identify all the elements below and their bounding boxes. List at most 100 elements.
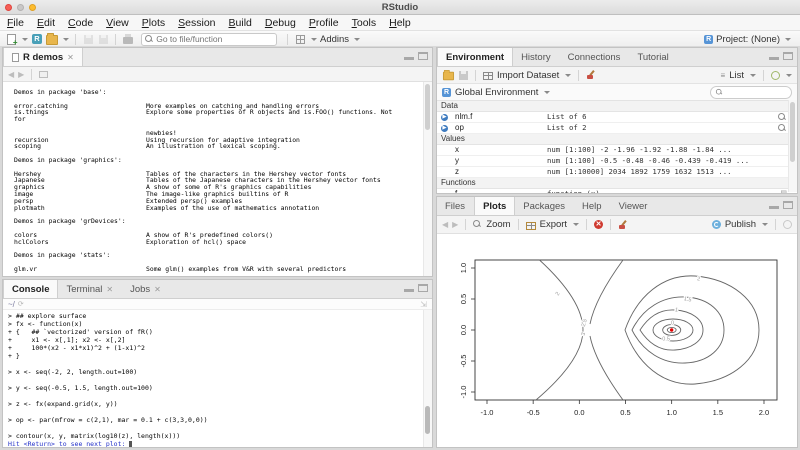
tab-tutorial[interactable]: Tutorial [629, 48, 677, 66]
maximize-pane-icon[interactable] [783, 201, 793, 209]
tab-r-demos[interactable]: R demos ✕ [3, 48, 83, 66]
minimize-pane-icon[interactable] [404, 284, 414, 292]
inspect-object-icon[interactable] [778, 113, 787, 122]
expand-object-icon[interactable]: ▶ [441, 125, 448, 132]
load-workspace-icon[interactable] [443, 72, 454, 81]
cwd-arrow-icon[interactable]: ⟳ [18, 300, 24, 308]
env-row-x[interactable]: xnum [1:100] -2 -1.96 -1.92 -1.88 -1.84 … [437, 145, 797, 156]
tab-environment[interactable]: Environment [437, 48, 513, 66]
list-view-button[interactable]: List [729, 70, 744, 81]
tab-viewer[interactable]: Viewer [611, 197, 657, 215]
maximize-pane-icon[interactable] [418, 52, 428, 60]
back-icon[interactable]: ◀ [8, 70, 14, 79]
forward-icon[interactable]: ▶ [18, 70, 24, 79]
tab-console[interactable]: Console [3, 280, 58, 298]
tab-packages[interactable]: Packages [515, 197, 574, 215]
console-popout-icon[interactable]: ⇲ [420, 300, 427, 309]
menu-code[interactable]: Code [68, 17, 93, 29]
previous-plot-icon[interactable]: ◀ [442, 220, 448, 229]
tab-terminal[interactable]: Terminal✕ [58, 280, 122, 298]
open-in-new-window-icon[interactable] [39, 71, 48, 78]
refresh-environment-icon[interactable] [771, 71, 780, 80]
publish-caret-icon[interactable] [762, 223, 768, 226]
menu-debug[interactable]: Debug [265, 17, 296, 29]
list-view-icon[interactable]: ≡ [721, 71, 726, 80]
environment-search-box[interactable] [710, 86, 792, 99]
new-file-caret-icon[interactable] [22, 38, 28, 41]
inspect-object-icon[interactable] [778, 124, 787, 133]
goto-file-function-input[interactable] [156, 34, 273, 44]
env-row-nlm.f[interactable]: ▶nlm.fList of 6 [437, 112, 797, 123]
addins-caret-icon[interactable] [354, 38, 360, 41]
clear-objects-icon[interactable] [586, 70, 596, 80]
menu-view[interactable]: View [106, 17, 129, 29]
import-caret-icon[interactable] [565, 74, 571, 77]
expand-object-icon[interactable]: ▶ [441, 114, 448, 121]
print-button[interactable] [122, 33, 134, 45]
menu-tools[interactable]: Tools [352, 17, 377, 29]
console-cwd[interactable]: ~/ [8, 300, 15, 309]
addins-button[interactable]: Addins [320, 34, 349, 45]
menu-plots[interactable]: Plots [142, 17, 165, 29]
export-caret-icon[interactable] [573, 223, 579, 226]
save-button[interactable] [82, 33, 94, 45]
publish-button[interactable]: Publish [725, 219, 756, 230]
new-project-button[interactable]: R [31, 33, 43, 45]
editor-scroll-thumb[interactable] [425, 84, 430, 130]
menu-profile[interactable]: Profile [309, 17, 339, 29]
environment-scroll-thumb[interactable] [790, 102, 795, 162]
close-tab-icon[interactable]: ✕ [154, 285, 161, 294]
close-tab-icon[interactable]: ✕ [67, 53, 74, 62]
menu-help[interactable]: Help [389, 17, 411, 29]
menu-session[interactable]: Session [178, 17, 215, 29]
svg-text:0.0: 0.0 [459, 325, 468, 335]
import-dataset-button[interactable]: Import Dataset [497, 70, 559, 81]
console-scroll-thumb[interactable] [425, 406, 430, 434]
minimize-pane-icon[interactable] [769, 201, 779, 209]
tab-connections[interactable]: Connections [560, 48, 630, 66]
env-row-op[interactable]: ▶opList of 2 [437, 123, 797, 134]
open-file-button[interactable] [46, 33, 58, 45]
maximize-pane-icon[interactable] [783, 52, 793, 60]
goto-file-function-box[interactable] [141, 33, 277, 46]
tab-plots[interactable]: Plots [474, 197, 515, 215]
editor-content[interactable]: Demos in package 'base': error.catchingM… [3, 82, 432, 277]
tab-files[interactable]: Files [437, 197, 474, 215]
menu-file[interactable]: File [7, 17, 24, 29]
console-output[interactable]: > ## explore surface> fx <- function(x)+… [3, 310, 432, 448]
next-plot-icon[interactable]: ▶ [452, 220, 458, 229]
clear-all-plots-icon[interactable] [618, 220, 628, 230]
remove-plot-icon[interactable]: ✕ [594, 220, 603, 229]
env-row-z[interactable]: znum [1:10000] 2034 1892 1759 1632 1513 … [437, 167, 797, 178]
maximize-pane-icon[interactable] [418, 284, 428, 292]
menu-build[interactable]: Build [229, 17, 252, 29]
refresh-plot-icon[interactable] [783, 220, 792, 229]
env-row-f[interactable]: ffunction (x)▤ [437, 189, 797, 194]
zoom-plot-button[interactable]: Zoom [486, 219, 510, 230]
view-function-icon[interactable]: ▤ [780, 189, 787, 194]
project-menu[interactable]: R Project: (None) [704, 34, 795, 45]
save-all-button[interactable] [97, 33, 109, 45]
refresh-caret-icon[interactable] [786, 74, 792, 77]
save-workspace-icon[interactable] [459, 71, 468, 80]
console-scrollbar[interactable] [423, 310, 432, 448]
panes-caret-icon[interactable] [311, 38, 317, 41]
minimize-pane-icon[interactable] [404, 52, 414, 60]
global-environment-dropdown[interactable]: Global Environment [455, 87, 538, 98]
list-caret-icon[interactable] [750, 74, 756, 77]
tab-history[interactable]: History [513, 48, 560, 66]
minimize-pane-icon[interactable] [769, 52, 779, 60]
new-file-button[interactable] [5, 33, 17, 45]
workspace-panes-button[interactable] [294, 33, 306, 45]
scope-caret-icon[interactable] [544, 91, 550, 94]
environment-scrollbar[interactable] [788, 100, 797, 192]
close-tab-icon[interactable]: ✕ [106, 285, 113, 294]
menu-edit[interactable]: Edit [37, 17, 55, 29]
tab-jobs[interactable]: Jobs✕ [122, 280, 170, 298]
tab-help[interactable]: Help [574, 197, 611, 215]
env-row-y[interactable]: ynum [1:100] -0.5 -0.48 -0.46 -0.439 -0.… [437, 156, 797, 167]
editor-scrollbar[interactable] [423, 82, 432, 277]
open-file-caret-icon[interactable] [63, 38, 69, 41]
export-plot-button[interactable]: Export [540, 219, 567, 230]
import-dataset-icon[interactable] [483, 72, 493, 80]
